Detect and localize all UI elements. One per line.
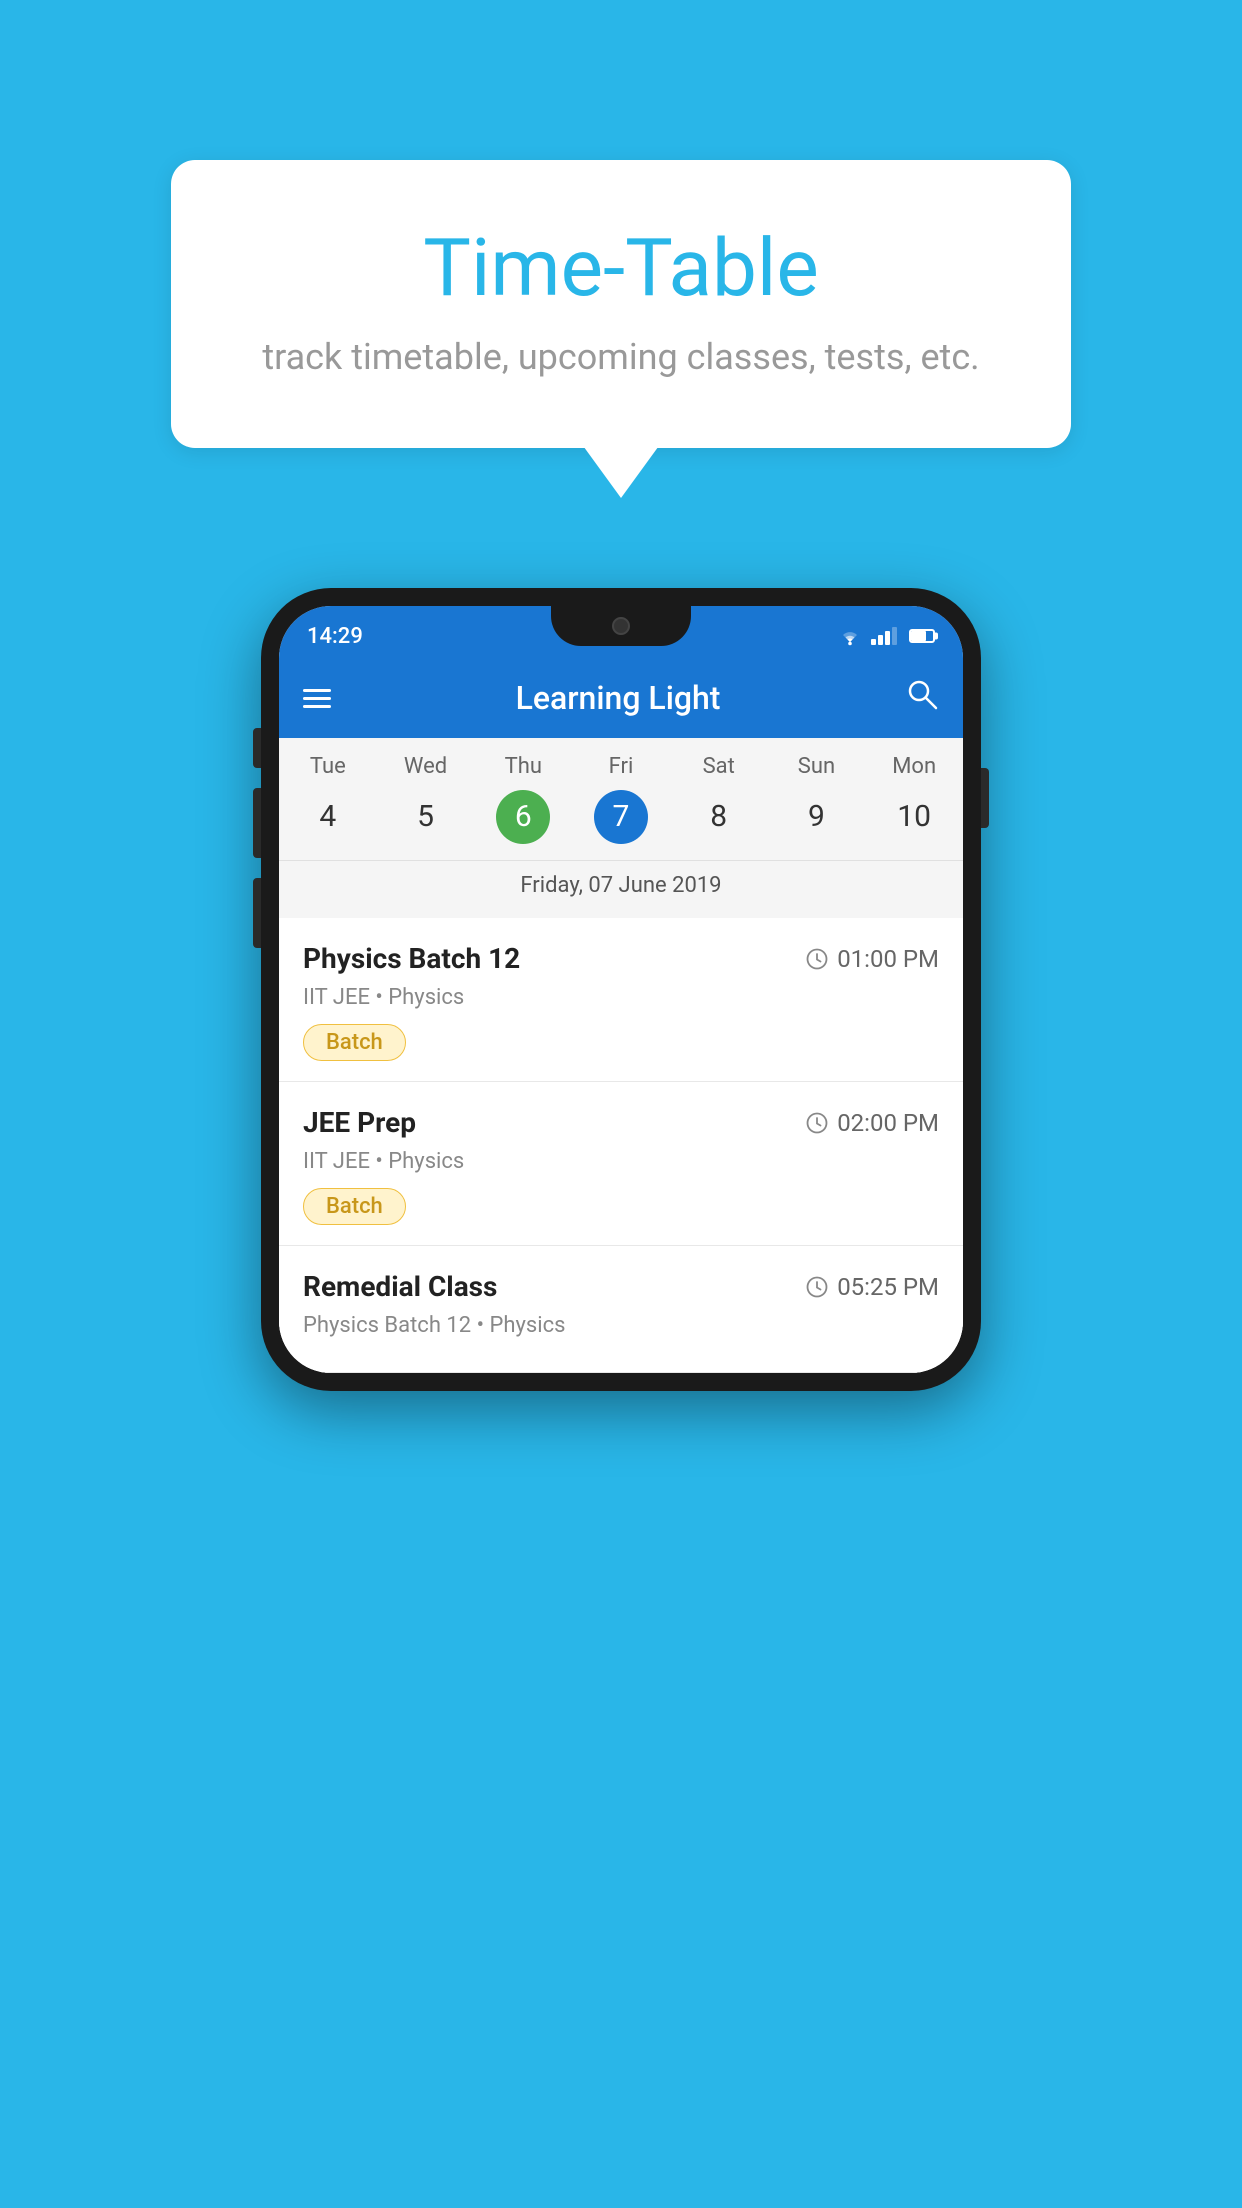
phone-btn-right bbox=[981, 768, 989, 828]
schedule-item-2-header: Remedial Class 05:25 PM bbox=[303, 1270, 939, 1303]
schedule-item-1-header: JEE Prep 02:00 PM bbox=[303, 1106, 939, 1139]
day-header-6: Mon bbox=[865, 754, 963, 779]
status-icons bbox=[837, 626, 935, 646]
day-header-4: Sat bbox=[670, 754, 768, 779]
day-header-3: Fri bbox=[572, 754, 670, 779]
day-8[interactable]: 8 bbox=[670, 789, 768, 844]
schedule-title-2: Remedial Class bbox=[303, 1270, 497, 1303]
phone-notch bbox=[551, 606, 691, 646]
schedule-item-0[interactable]: Physics Batch 12 01:00 PM IIT JEE • Phys… bbox=[279, 918, 963, 1082]
day-5[interactable]: 5 bbox=[377, 789, 475, 844]
schedule-time-0: 01:00 PM bbox=[805, 945, 939, 973]
selected-date-label: Friday, 07 June 2019 bbox=[279, 860, 963, 918]
phone-btn-left3 bbox=[253, 878, 261, 948]
app-bar-title: Learning Light bbox=[516, 679, 721, 717]
schedule-item-1[interactable]: JEE Prep 02:00 PM IIT JEE • Physics Batc… bbox=[279, 1082, 963, 1246]
day-4[interactable]: 4 bbox=[279, 789, 377, 844]
tooltip-card: Time-Table track timetable, upcoming cla… bbox=[171, 160, 1071, 448]
signal-bars bbox=[871, 627, 897, 645]
hamburger-icon[interactable] bbox=[303, 689, 331, 708]
tooltip-title: Time-Table bbox=[251, 220, 991, 316]
phone-mockup: 14:29 bbox=[261, 588, 981, 1391]
day-7-selected[interactable]: 7 bbox=[594, 790, 648, 844]
calendar-strip: Tue Wed Thu Fri Sat Sun Mon 4 5 6 7 8 9 … bbox=[279, 738, 963, 918]
phone-btn-left1 bbox=[253, 728, 261, 768]
clock-icon-2 bbox=[805, 1275, 829, 1299]
day-6-today[interactable]: 6 bbox=[496, 790, 550, 844]
search-icon[interactable] bbox=[905, 677, 939, 719]
schedule-time-text-0: 01:00 PM bbox=[837, 945, 939, 973]
batch-badge-1: Batch bbox=[303, 1188, 406, 1225]
day-header-1: Wed bbox=[377, 754, 475, 779]
phone-btn-left2 bbox=[253, 788, 261, 858]
schedule-time-text-2: 05:25 PM bbox=[837, 1273, 939, 1301]
phone-screen: 14:29 bbox=[279, 606, 963, 1373]
wifi-icon bbox=[837, 626, 863, 646]
schedule-title-1: JEE Prep bbox=[303, 1106, 416, 1139]
schedule-time-2: 05:25 PM bbox=[805, 1273, 939, 1301]
phone-camera bbox=[612, 617, 630, 635]
schedule-time-text-1: 02:00 PM bbox=[837, 1109, 939, 1137]
schedule-item-0-header: Physics Batch 12 01:00 PM bbox=[303, 942, 939, 975]
status-time: 14:29 bbox=[307, 624, 363, 649]
clock-icon-1 bbox=[805, 1111, 829, 1135]
schedule-subtitle-1: IIT JEE • Physics bbox=[303, 1149, 939, 1174]
day-9[interactable]: 9 bbox=[768, 789, 866, 844]
batch-badge-0: Batch bbox=[303, 1024, 406, 1061]
app-bar: Learning Light bbox=[279, 658, 963, 738]
schedule-list: Physics Batch 12 01:00 PM IIT JEE • Phys… bbox=[279, 918, 963, 1373]
day-numbers: 4 5 6 7 8 9 10 bbox=[279, 789, 963, 844]
schedule-item-2[interactable]: Remedial Class 05:25 PM Physics Batch 12… bbox=[279, 1246, 963, 1373]
schedule-subtitle-2: Physics Batch 12 • Physics bbox=[303, 1313, 939, 1338]
tooltip-subtitle: track timetable, upcoming classes, tests… bbox=[251, 336, 991, 378]
day-header-2: Thu bbox=[474, 754, 572, 779]
battery-icon bbox=[909, 629, 935, 643]
phone-outer: 14:29 bbox=[261, 588, 981, 1391]
day-header-0: Tue bbox=[279, 754, 377, 779]
day-header-5: Sun bbox=[768, 754, 866, 779]
day-10[interactable]: 10 bbox=[865, 789, 963, 844]
schedule-title-0: Physics Batch 12 bbox=[303, 942, 520, 975]
schedule-time-1: 02:00 PM bbox=[805, 1109, 939, 1137]
schedule-subtitle-0: IIT JEE • Physics bbox=[303, 985, 939, 1010]
day-headers: Tue Wed Thu Fri Sat Sun Mon bbox=[279, 754, 963, 779]
clock-icon-0 bbox=[805, 947, 829, 971]
